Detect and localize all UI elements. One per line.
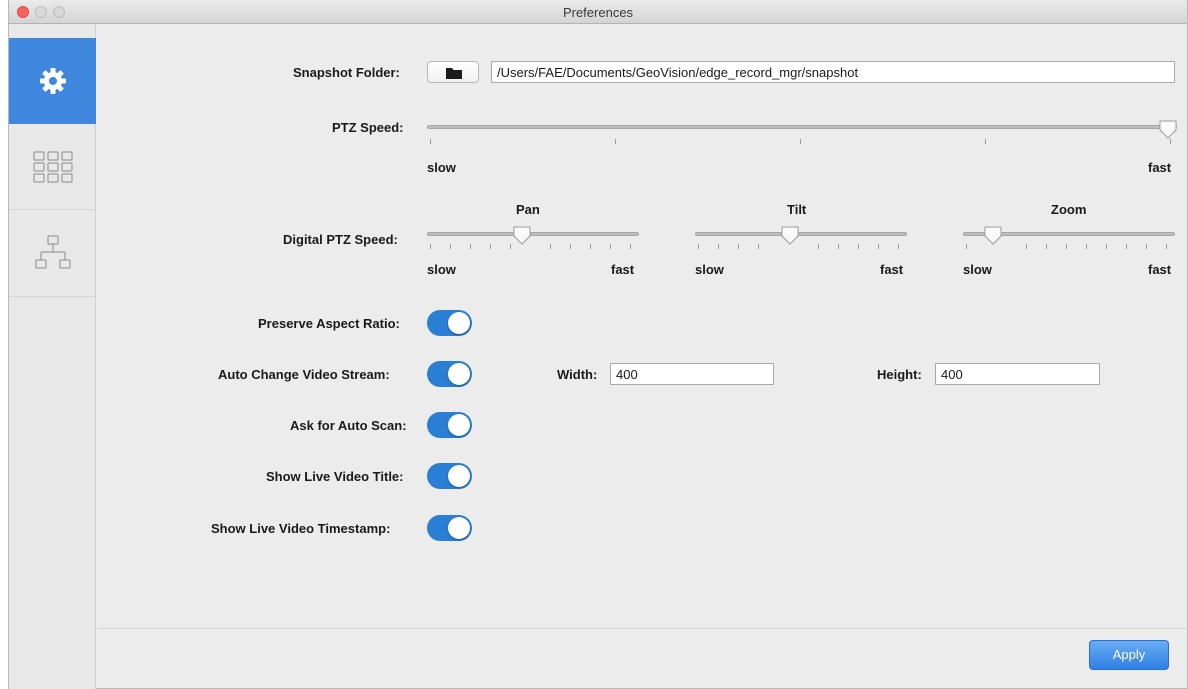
apply-button[interactable]: Apply [1089,640,1169,670]
pan-tick [630,244,631,249]
tilt-tick [818,244,819,249]
zoom-tick [1046,244,1047,249]
pan-slow-label: slow [427,262,456,277]
zoom-tick [1086,244,1087,249]
ptz-speed-slider-track[interactable] [427,125,1177,129]
window-title: Preferences [562,5,634,20]
preferences-window: Preferences Snapshot Folder: /Users/FAE/… [8,0,1188,689]
tilt-fast-label: fast [880,262,904,277]
sidebar-item-general[interactable] [9,38,96,124]
sidebar-item-network[interactable] [9,211,96,297]
tilt-title: Tilt [787,202,807,217]
ask-for-auto-scan-toggle[interactable] [427,412,472,438]
height-field[interactable]: 400 [935,363,1100,385]
auto-change-video-stream-toggle[interactable] [427,361,472,387]
zoom-tick [1166,244,1167,249]
zoom-tick [1126,244,1127,249]
pan-tick [490,244,491,249]
snapshot-folder-path-field[interactable]: /Users/FAE/Documents/GeoVision/edge_reco… [491,61,1175,83]
zoom-tick [1026,244,1027,249]
ptz-tick [615,139,616,144]
footer-divider [97,628,1188,629]
tilt-tick [718,244,719,249]
tilt-tick [838,244,839,249]
ptz-speed-label: PTZ Speed: [332,120,404,135]
zoom-tick [1066,244,1067,249]
zoom-tick [966,244,967,249]
preserve-aspect-ratio-label: Preserve Aspect Ratio: [258,316,400,331]
preferences-panel: Snapshot Folder: /Users/FAE/Documents/Ge… [97,24,1188,689]
zoom-tick [1106,244,1107,249]
tilt-slider-thumb[interactable] [780,226,800,246]
pan-tick [550,244,551,249]
show-live-video-timestamp-toggle[interactable] [427,515,472,541]
network-tree-icon [34,234,71,269]
width-field[interactable]: 400 [610,363,774,385]
pan-fast-label: fast [611,262,635,277]
tilt-slider-track[interactable] [695,232,907,236]
pan-tick [430,244,431,249]
pan-slider-track[interactable] [427,232,639,236]
tilt-tick [758,244,759,249]
tilt-tick [738,244,739,249]
preserve-aspect-ratio-toggle[interactable] [427,310,472,336]
snapshot-folder-label: Snapshot Folder: [293,65,400,80]
zoom-title: Zoom [1051,202,1087,217]
tilt-slow-label: slow [695,262,724,277]
tilt-tick [858,244,859,249]
auto-change-video-stream-label: Auto Change Video Stream: [218,367,390,382]
grid-icon [32,150,73,183]
pan-tick [610,244,611,249]
zoom-fast-label: fast [1148,262,1172,277]
height-label: Height: [877,367,922,382]
ptz-tick [430,139,431,144]
ptz-slow-label: slow [427,160,456,175]
digital-ptz-speed-label: Digital PTZ Speed: [283,232,398,247]
tilt-tick [898,244,899,249]
ptz-fast-label: fast [1148,160,1172,175]
show-live-video-title-label: Show Live Video Title: [266,469,404,484]
sidebar-item-layout[interactable] [9,124,96,210]
toggle-knob [448,517,470,539]
toggle-knob [448,414,470,436]
ptz-tick [985,139,986,144]
zoom-slow-label: slow [963,262,992,277]
pan-slider-thumb[interactable] [512,226,532,246]
pan-tick [510,244,511,249]
title-bar: Preferences [9,0,1187,24]
toggle-knob [448,363,470,385]
ptz-tick [800,139,801,144]
sidebar [9,24,96,689]
zoom-tick [1146,244,1147,249]
choose-folder-button[interactable] [427,61,479,83]
ptz-speed-slider-thumb[interactable] [1158,120,1178,140]
gear-icon [39,68,66,94]
tilt-tick [698,244,699,249]
ask-for-auto-scan-label: Ask for Auto Scan: [290,418,407,433]
pan-title: Pan [516,202,540,217]
toggle-knob [448,312,470,334]
folder-icon [446,68,462,79]
toggle-knob [448,465,470,487]
pan-tick [590,244,591,249]
pan-tick [470,244,471,249]
width-label: Width: [557,367,598,382]
pan-tick [450,244,451,249]
show-live-video-timestamp-label: Show Live Video Timestamp: [211,521,391,536]
pan-tick [570,244,571,249]
zoom-slider-thumb[interactable] [983,226,1003,246]
show-live-video-title-toggle[interactable] [427,463,472,489]
tilt-tick [878,244,879,249]
